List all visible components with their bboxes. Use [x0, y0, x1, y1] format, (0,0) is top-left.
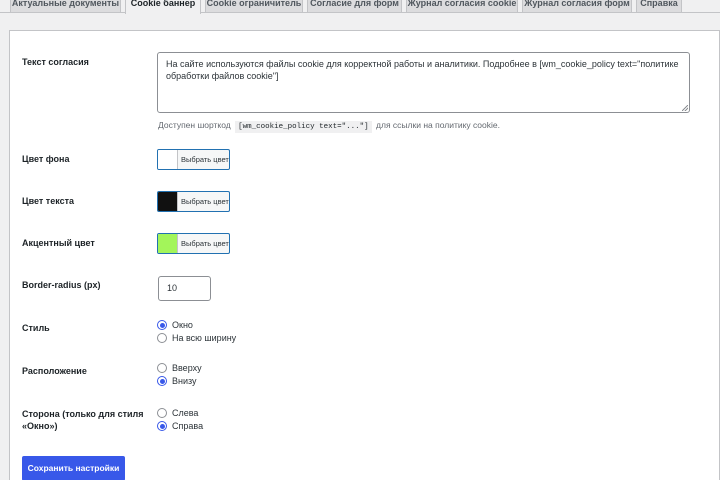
side-label-line1: Сторона (только для стиля: [22, 409, 144, 419]
side-label-line2: «Окно»): [22, 421, 58, 431]
side-option-right[interactable]: Справа: [157, 420, 203, 432]
shortcode-hint-prefix: Доступен шорткод: [158, 120, 231, 130]
accent-color-label: Акцентный цвет: [22, 238, 95, 248]
settings-tabs: Актуальные документы Cookie баннер Cooki…: [0, 0, 720, 14]
bg-color-picker-button[interactable]: Выбрать цвет: [157, 149, 230, 170]
style-option-window-label: Окно: [172, 320, 193, 330]
shortcode-hint: Доступен шорткод [wm_cookie_policy text=…: [158, 119, 500, 133]
radio-unchecked-icon[interactable]: [157, 363, 167, 373]
tab-form-consent-log[interactable]: Журнал согласия форм: [522, 0, 632, 12]
position-option-top[interactable]: Вверху: [157, 362, 202, 374]
tab-cookie-limiter[interactable]: Cookie ограничитель: [205, 0, 303, 12]
position-option-bottom-label: Внизу: [172, 376, 197, 386]
style-option-full-width-label: На всю ширину: [172, 333, 237, 343]
bg-color-label: Цвет фона: [22, 154, 70, 164]
save-settings-button[interactable]: Сохранить настройки: [22, 456, 125, 480]
side-option-left-label: Слева: [172, 408, 199, 418]
border-radius-label: Border-radius (px): [22, 280, 101, 290]
consent-text-textarea[interactable]: На сайте используются файлы cookie для к…: [157, 52, 690, 113]
style-option-window[interactable]: Окно: [157, 319, 193, 331]
side-option-right-label: Справа: [172, 421, 204, 431]
border-radius-input[interactable]: 10: [158, 276, 211, 301]
radio-checked-icon[interactable]: [157, 421, 167, 431]
bg-color-button-label: Выбрать цвет: [181, 155, 229, 164]
accent-color-button-label: Выбрать цвет: [181, 239, 229, 248]
accent-color-picker-button[interactable]: Выбрать цвет: [157, 233, 230, 254]
radio-unchecked-icon[interactable]: [157, 408, 167, 418]
text-color-button-label: Выбрать цвет: [181, 197, 229, 206]
style-label: Стиль: [22, 323, 50, 333]
radio-checked-icon[interactable]: [157, 376, 167, 386]
tab-cookie-consent-log[interactable]: Журнал согласия cookie: [406, 0, 518, 12]
position-label: Расположение: [22, 366, 87, 376]
radio-unchecked-icon[interactable]: [157, 333, 167, 343]
text-color-picker-button[interactable]: Выбрать цвет: [157, 191, 230, 212]
shortcode-hint-suffix: для ссылки на политику cookie.: [376, 120, 500, 130]
style-option-full-width[interactable]: На всю ширину: [157, 332, 236, 344]
shortcode-code: [wm_cookie_policy text="..."]: [235, 121, 372, 133]
resize-grip-icon[interactable]: [682, 105, 688, 111]
position-option-top-label: Вверху: [172, 363, 202, 373]
position-option-bottom[interactable]: Внизу: [157, 375, 197, 387]
tab-current-documents[interactable]: Актуальные документы: [10, 0, 121, 12]
tab-form-consent[interactable]: Согласие для форм: [307, 0, 402, 12]
consent-text-label: Текст согласия: [22, 57, 89, 67]
accent-color-swatch: [158, 234, 178, 253]
text-color-label: Цвет текста: [22, 196, 75, 206]
text-color-swatch: [158, 192, 178, 211]
side-option-left[interactable]: Слева: [157, 407, 198, 419]
consent-text-value: На сайте используются файлы cookie для к…: [166, 59, 679, 81]
tab-cookie-banner[interactable]: Cookie баннер: [125, 0, 201, 14]
radio-checked-icon[interactable]: [157, 320, 167, 330]
bg-color-swatch: [158, 150, 178, 169]
tab-help[interactable]: Справка: [636, 0, 682, 12]
